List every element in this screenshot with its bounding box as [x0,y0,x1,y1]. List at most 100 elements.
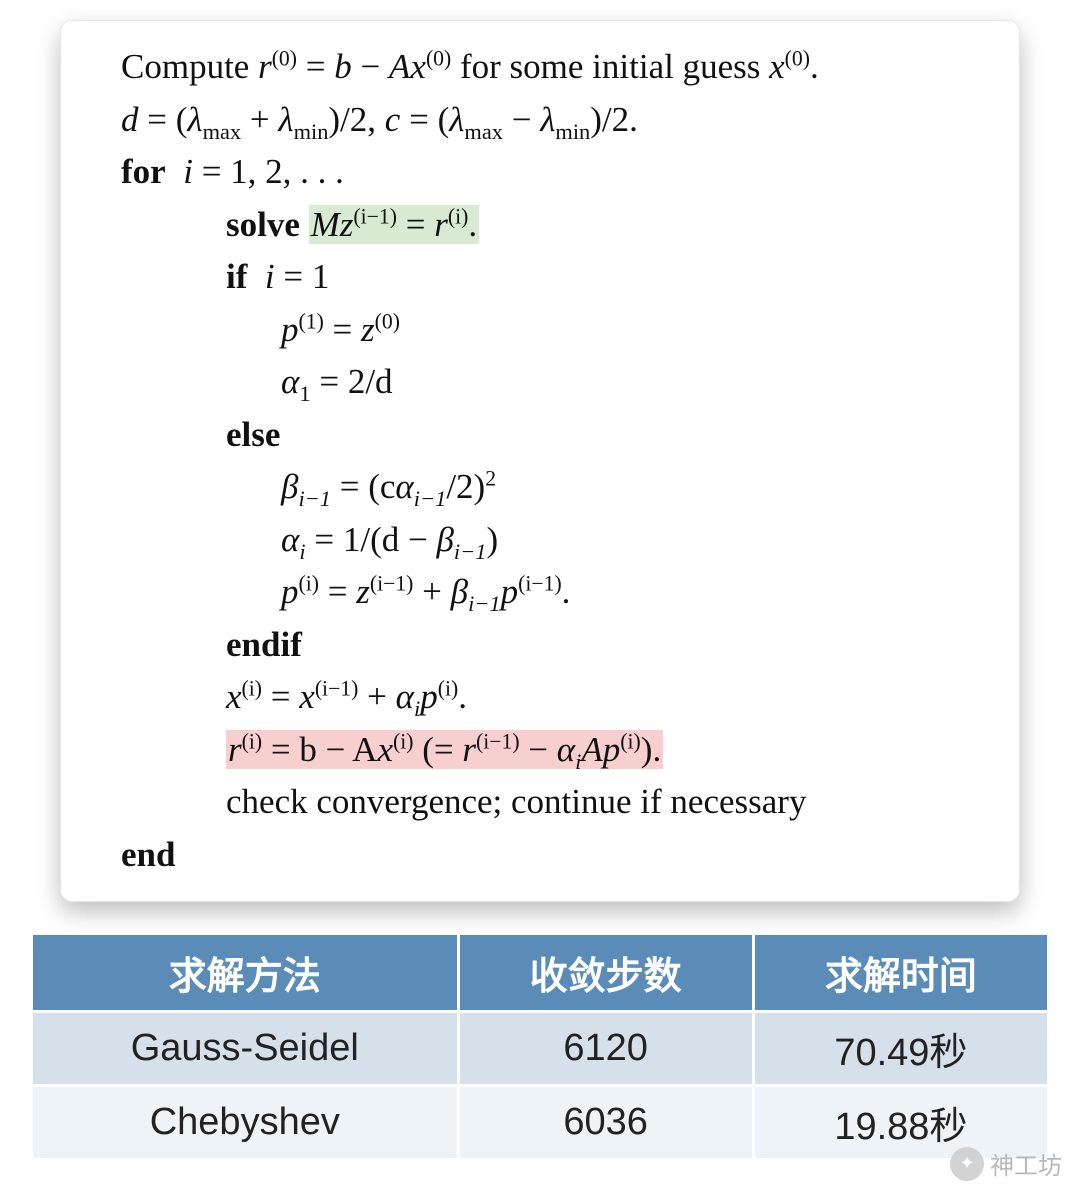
sup: (0) [785,46,810,70]
text: check convergence; continue if necessary [226,782,806,821]
eq: = [297,47,334,86]
var-alpha: α [281,520,299,559]
sup: (i−1) [518,571,562,595]
minus: − [503,100,540,139]
text: = 1, 2, . . . [193,152,344,191]
cell-method: Chebyshev [32,1086,459,1160]
lambda: λ [540,100,555,139]
var-x: x [410,47,426,86]
col-steps: 收敛步数 [458,934,753,1012]
eq: = [319,572,356,611]
sub-max: max [464,119,503,144]
sub: i−1 [468,591,501,616]
var-r: r [434,205,448,244]
watermark-text: 神工坊 [990,1146,1062,1181]
var-z: z [340,205,354,244]
eq: = ( [400,100,449,139]
text: ) [486,520,498,559]
sup: (i) [620,729,640,753]
sup: (i) [299,571,319,595]
var-c: c [385,100,401,139]
var-r: r [228,730,242,769]
cell-steps: 6120 [458,1012,753,1086]
var-p: p [420,677,438,716]
period: . [458,677,467,716]
var-alpha: α [395,467,413,506]
text: (= [413,730,462,769]
comma: , [367,100,385,139]
text: Compute [121,47,258,86]
algo-line-solve: solve Mz(i−1) = r(i). [121,199,989,252]
plus: + [413,572,450,611]
sub: i−1 [454,539,487,564]
algo-line-if: if i = 1 [121,251,989,304]
highlight-red: r(i) = b − Ax(i) (= r(i−1) − αiAp(i)). [226,730,663,769]
algo-line-pi: p(i) = z(i−1) + βi−1p(i−1). [121,566,989,619]
algo-line-compute: Compute r(0) = b − Ax(0) for some initia… [121,41,989,94]
var-z: z [361,310,375,349]
sup: (i) [242,729,262,753]
var-x: x [299,677,315,716]
sup: (i) [448,204,468,228]
text: = (c [331,467,395,506]
text: = 2/d [311,362,393,401]
lambda: λ [278,100,293,139]
var-x: x [769,47,785,86]
var-p: p [501,572,519,611]
algo-line-check: check convergence; continue if necessary [121,776,989,829]
col-method: 求解方法 [32,934,459,1012]
cell-method: Gauss-Seidel [32,1012,459,1086]
var-beta: β [436,520,453,559]
period: . [562,572,571,611]
algo-line-xupdate: x(i) = x(i−1) + αip(i). [121,671,989,724]
kw-if: if [226,257,247,296]
var-x: x [377,730,393,769]
algo-line-for: for i = 1, 2, . . . [121,146,989,199]
period: . [810,47,819,86]
text: = 1/(d − [306,520,437,559]
sup: (0) [375,309,400,333]
period: . [629,100,638,139]
var-A: A [389,47,410,86]
sup: (i) [242,676,262,700]
algo-line-rupdate: r(i) = b − Ax(i) (= r(i−1) − αiAp(i)). [121,724,989,777]
var-alpha: α [557,730,575,769]
text: = 1 [275,257,330,296]
var-beta: β [281,467,298,506]
kw-else: else [226,415,280,454]
var-d: d [121,100,139,139]
sup: (i) [438,676,458,700]
algo-line-endif: endif [121,619,989,672]
var-alpha: α [281,362,299,401]
sub-min: min [294,119,329,144]
plus: + [241,100,278,139]
algo-line-alpha1: α1 = 2/d [121,356,989,409]
results-table: 求解方法 收敛步数 求解时间 Gauss-Seidel 6120 70.49秒 … [30,932,1050,1161]
kw-endif: endif [226,625,302,664]
text: /2) [446,467,485,506]
algo-line-p1: p(1) = z(0) [121,304,989,357]
period: . [468,205,477,244]
space [300,205,309,244]
text: )/2 [328,100,367,139]
text: = b − A [262,730,377,769]
text: ) [641,730,653,769]
text: )/2 [590,100,629,139]
minus: − [352,47,389,86]
space [247,257,265,296]
var-z: z [356,572,370,611]
cell-time: 70.49秒 [753,1012,1048,1086]
cell-steps: 6036 [458,1086,753,1160]
var-p: p [281,310,299,349]
table-row: Gauss-Seidel 6120 70.49秒 [32,1012,1049,1086]
algo-line-else: else [121,409,989,462]
watermark-icon: ✦ [950,1147,984,1181]
sup: (0) [426,46,451,70]
watermark: ✦ 神工坊 [950,1146,1062,1181]
sub: 1 [299,381,310,406]
var-p: p [281,572,299,611]
sup: 2 [485,466,496,490]
kw-solve: solve [226,205,300,244]
var-i: i [183,152,193,191]
sup: (i−1) [353,204,397,228]
